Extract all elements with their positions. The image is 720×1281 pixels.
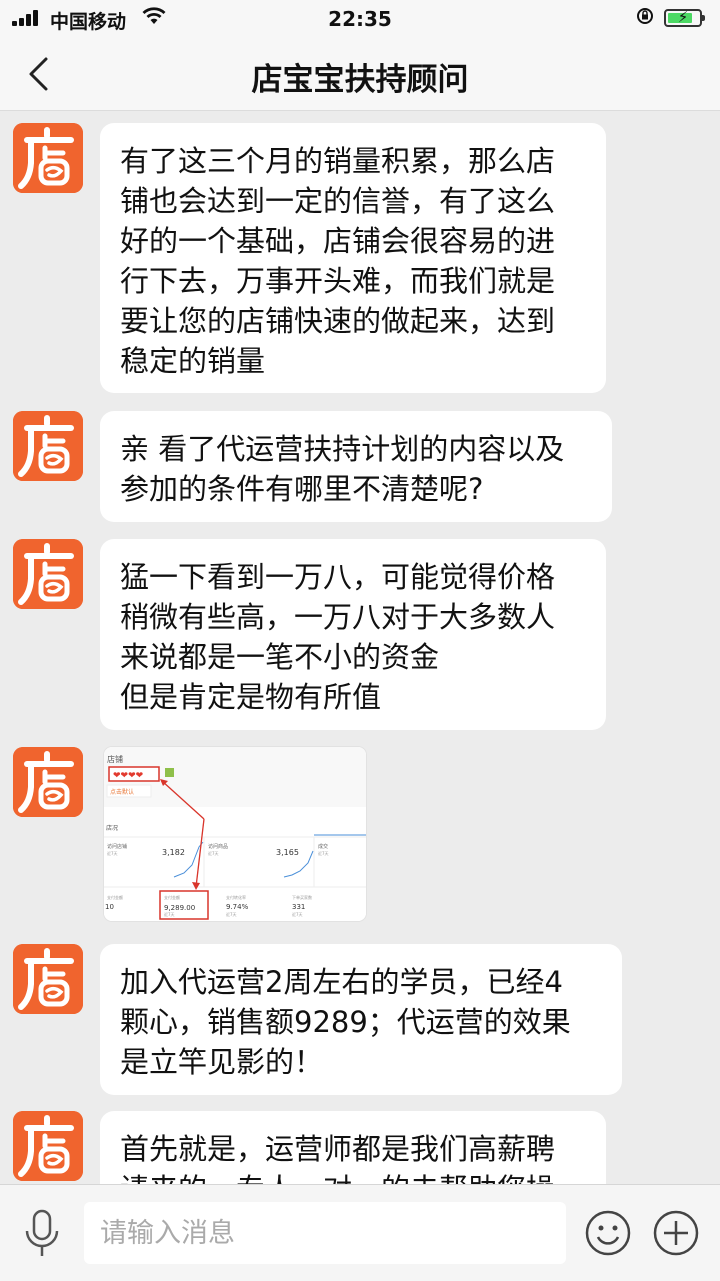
svg-text:近7天: 近7天 [318, 850, 329, 856]
svg-text:访问店铺: 访问店铺 [107, 843, 127, 850]
clock: 22:35 [328, 7, 392, 31]
avatar[interactable] [13, 123, 83, 193]
message-input-bar [0, 1184, 720, 1281]
message-bubble[interactable]: 有了这三个月的销量积累，那么店 铺也会达到一定的信誉，有了这么 好的一个基础，店… [100, 123, 606, 393]
message-bubble[interactable]: 猛一下看到一万八，可能觉得价格 稍微有些高，一万八对于大多数人 来说都是一笔不小… [100, 539, 606, 730]
shot-section: 店况 [106, 824, 118, 832]
shop-logo-icon [13, 411, 83, 481]
svg-text:10: 10 [105, 903, 114, 911]
battery-icon: ⚡ [664, 8, 705, 27]
message-bubble[interactable]: 亲 看了代运营扶持计划的内容以及 参加的条件有哪里不清楚呢? [100, 411, 612, 522]
chat-message-list[interactable]: 有了这三个月的销量积累，那么店 铺也会达到一定的信誉，有了这么 好的一个基础，店… [0, 111, 720, 1184]
svg-text:9.74%: 9.74% [226, 903, 249, 911]
microphone-icon [25, 1209, 59, 1256]
message-bubble[interactable]: 加入代运营2周左右的学员，已经4 颗心，销售额9289；代运营的效果 是立竿见影… [100, 944, 622, 1095]
page-title: 店宝宝扶持顾问 [251, 62, 469, 98]
smiley-icon [585, 1210, 631, 1256]
avatar[interactable] [13, 747, 83, 817]
navigation-bar: 店宝宝扶持顾问 [0, 38, 720, 111]
emoji-button[interactable] [584, 1209, 632, 1257]
svg-text:近7天: 近7天 [107, 850, 118, 856]
orientation-lock-icon [636, 7, 654, 30]
shop-logo-icon [13, 1111, 83, 1181]
svg-text:331: 331 [292, 903, 305, 911]
avatar[interactable] [13, 944, 83, 1014]
svg-text:9,289.00: 9,289.00 [164, 904, 195, 912]
message-bubble[interactable]: 首先就是，运营师都是我们高薪聘 请来的，专人一对一的去帮助您操 [100, 1111, 606, 1184]
plus-circle-icon [653, 1210, 699, 1256]
voice-input-button[interactable] [22, 1209, 62, 1259]
status-bar: 中国移动 22:35 ⚡ [0, 0, 720, 38]
svg-text:近7天: 近7天 [226, 911, 237, 917]
svg-text:支付金额: 支付金额 [107, 894, 123, 900]
shop-logo-icon [13, 747, 83, 817]
svg-text:支付金额: 支付金额 [164, 894, 180, 900]
avatar[interactable] [13, 1111, 83, 1181]
svg-text:近7天: 近7天 [208, 850, 219, 856]
svg-text:3,182: 3,182 [162, 848, 185, 857]
svg-text:支付转化率: 支付转化率 [226, 894, 246, 900]
svg-text:成交: 成交 [318, 843, 328, 850]
svg-text:下单买家数: 下单买家数 [292, 894, 312, 900]
image-message[interactable]: 店铺 ❤❤❤❤ 点击默认 店况 访问店铺 近7天 3,182 访问商品 近7天 … [104, 747, 366, 921]
shop-stats-screenshot: 店铺 ❤❤❤❤ 点击默认 店况 访问店铺 近7天 3,182 访问商品 近7天 … [104, 747, 366, 921]
shot-hearts: ❤❤❤❤ [113, 771, 144, 781]
shot-shop-label: 店铺 [107, 754, 123, 764]
svg-text:访问商品: 访问商品 [208, 843, 228, 850]
more-options-button[interactable] [652, 1209, 700, 1257]
shop-logo-icon [13, 944, 83, 1014]
svg-text:3,165: 3,165 [276, 848, 299, 857]
message-input[interactable] [84, 1202, 566, 1264]
svg-text:近7天: 近7天 [164, 911, 175, 917]
shop-logo-icon [13, 123, 83, 193]
shot-badge: 点击默认 [110, 788, 134, 796]
avatar[interactable] [13, 539, 83, 609]
avatar[interactable] [13, 411, 83, 481]
shop-logo-icon [13, 539, 83, 609]
svg-text:近7天: 近7天 [292, 911, 303, 917]
